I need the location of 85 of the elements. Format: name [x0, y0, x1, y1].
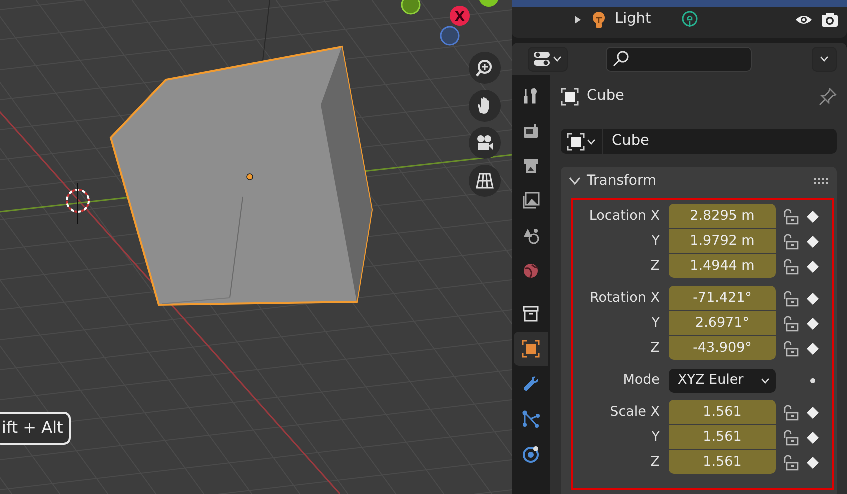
number-field[interactable]: 1.561: [669, 425, 776, 449]
editor-type-button[interactable]: [528, 46, 568, 72]
printer-icon: [522, 122, 540, 140]
property-label: Z: [650, 257, 661, 276]
property-label: Location X: [588, 207, 661, 226]
movie-camera-button[interactable]: [469, 127, 501, 159]
property-label: Z: [650, 453, 661, 472]
search-icon: [613, 51, 629, 67]
gizmo-axis-label: X: [454, 10, 466, 25]
keyframe-diamond-icon[interactable]: [806, 260, 820, 274]
unlocked-padlock-icon[interactable]: [782, 258, 800, 274]
number-field[interactable]: -71.421°: [669, 286, 776, 310]
number-field[interactable]: -43.909°: [669, 336, 776, 360]
box-icon: [522, 305, 540, 323]
images-icon: [522, 192, 540, 210]
object-square-icon: [522, 340, 540, 358]
property-label: Z: [650, 339, 661, 358]
unlocked-padlock-icon[interactable]: [782, 234, 800, 250]
unlocked-padlock-icon[interactable]: [782, 340, 800, 356]
property-label: Scale X: [609, 403, 661, 422]
object-square-icon: [567, 132, 585, 150]
orbit-icon: [522, 445, 540, 463]
property-label: Y: [650, 428, 661, 448]
nodes-icon: [522, 410, 540, 428]
caret-icon: [761, 378, 770, 384]
wrench-icon: [522, 375, 540, 393]
movie-camera-icon: [475, 134, 495, 152]
number-field[interactable]: 1.561: [669, 400, 776, 424]
origin-dot: [246, 174, 254, 180]
outliner-item-label[interactable]: Light: [615, 9, 673, 31]
pin-icon[interactable]: [819, 88, 837, 106]
caret-icon: [553, 56, 562, 62]
unlocked-padlock-icon[interactable]: [782, 208, 800, 224]
toggle-icon: [533, 51, 551, 67]
properties-tab[interactable]: [514, 332, 548, 366]
camera-icon[interactable]: [821, 12, 839, 28]
dot-icon: [810, 378, 816, 384]
number-field[interactable]: 1.561: [669, 450, 776, 474]
perspective-grid-icon: [475, 171, 495, 190]
key-shortcut-overlay: ift + Alt: [0, 412, 72, 445]
transform-panel-header[interactable]: Transform: [561, 167, 837, 195]
keyframe-diamond-icon[interactable]: [806, 456, 820, 470]
keyframe-diamond-icon[interactable]: [806, 316, 820, 330]
keyframe-diamond-icon[interactable]: [806, 342, 820, 356]
number-field[interactable]: 1.4944 m: [669, 254, 776, 278]
unlocked-padlock-icon[interactable]: [782, 454, 800, 470]
unlocked-padlock-icon[interactable]: [782, 290, 800, 306]
perspective-grid-button[interactable]: [469, 164, 501, 196]
keyframe-diamond-icon[interactable]: [806, 430, 820, 444]
printer-icon: [522, 157, 540, 175]
3d-cursor-icon: [66, 182, 90, 224]
zoom-icon: [475, 58, 495, 78]
zoom-button[interactable]: [469, 52, 501, 84]
unlocked-padlock-icon[interactable]: [782, 316, 800, 332]
keyframe-diamond-icon[interactable]: [806, 234, 820, 248]
expand-arrow-icon[interactable]: [573, 15, 583, 25]
options-dropdown-button[interactable]: [812, 46, 837, 72]
keyframe-diamond-icon[interactable]: [806, 406, 820, 420]
mode-dropdown[interactable]: XYZ Euler: [669, 368, 776, 392]
light-bulb-icon: [591, 11, 607, 29]
property-label: Y: [650, 232, 661, 252]
property-label: Y: [650, 314, 661, 334]
gizmo-x-axis-dot[interactable]: [450, 6, 470, 26]
tool-icon: [522, 87, 540, 105]
property-label: Rotation X: [589, 289, 661, 308]
eye-icon[interactable]: [795, 14, 813, 26]
globe-icon: [522, 262, 540, 280]
number-field[interactable]: 2.6971°: [669, 311, 776, 335]
object-square-icon: [561, 88, 579, 106]
keyframe-diamond-icon[interactable]: [806, 292, 820, 306]
number-field[interactable]: 1.9792 m: [669, 229, 776, 253]
caret-icon: [587, 138, 596, 144]
unlocked-padlock-icon[interactable]: [782, 404, 800, 420]
unlocked-padlock-icon[interactable]: [782, 430, 800, 446]
gizmo-axis-dot[interactable]: [440, 26, 460, 46]
keyframe-diamond-icon[interactable]: [806, 210, 820, 224]
hand-button[interactable]: [469, 90, 501, 122]
property-label: Mode: [622, 371, 661, 390]
object-name: Cube: [587, 87, 626, 106]
caret-icon: [820, 56, 829, 62]
number-field[interactable]: 2.8295 m: [669, 204, 776, 228]
search-field[interactable]: [606, 46, 752, 72]
shapes-icon: [522, 227, 540, 245]
light-data-icon: [681, 11, 699, 29]
drag-handle-icon: [814, 178, 829, 184]
